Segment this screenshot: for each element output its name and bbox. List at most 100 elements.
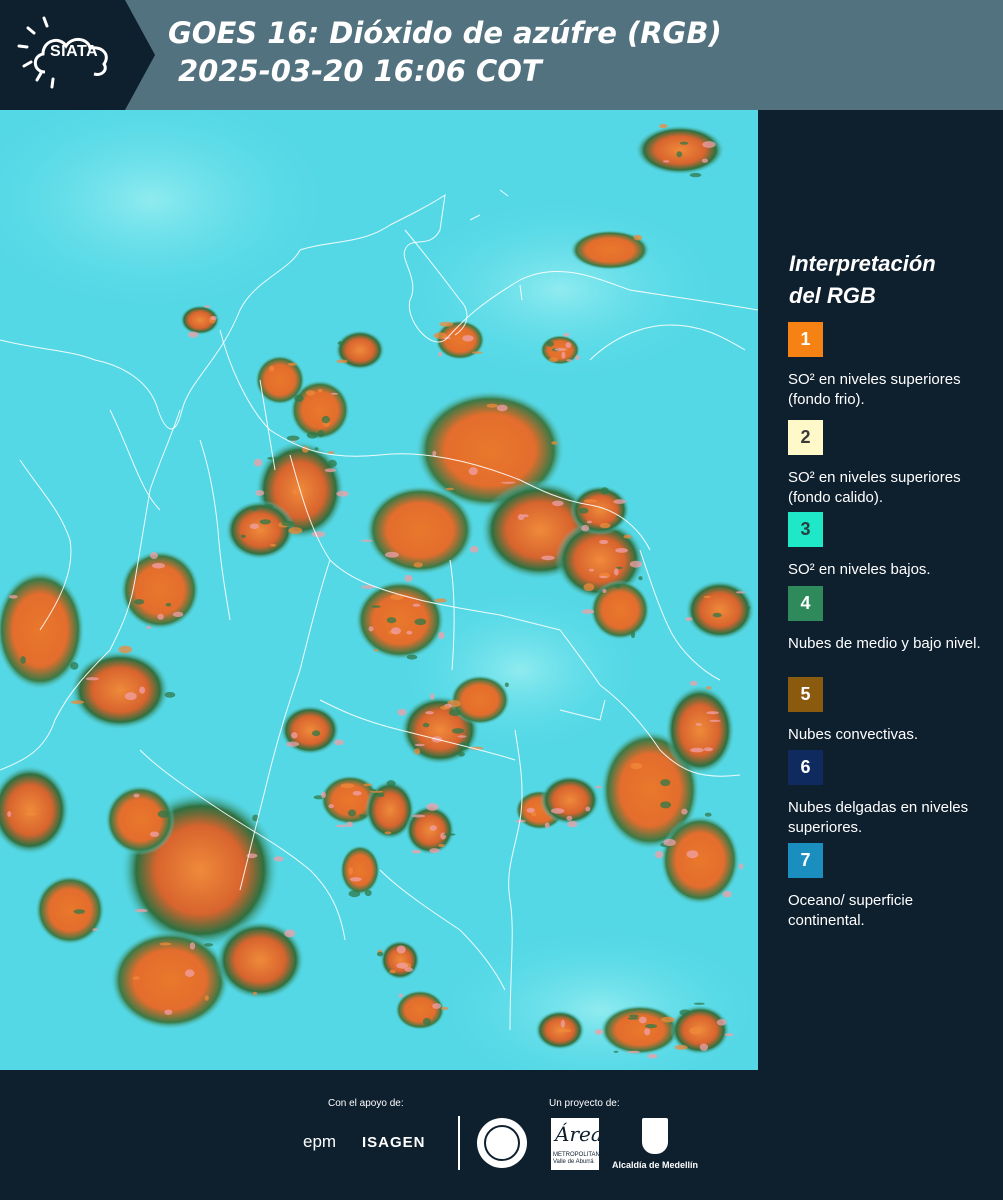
cloud-speckle — [746, 606, 751, 610]
cloud-speckle — [92, 928, 99, 931]
cloud-speckle — [458, 752, 465, 757]
legend-label: SO² en niveles bajos. — [788, 561, 931, 578]
cloud-cell — [600, 1005, 680, 1055]
cloud-speckle — [626, 1050, 641, 1054]
cloud-speckle — [615, 548, 628, 553]
cloud-speckle — [439, 321, 454, 327]
cloud-cell — [105, 785, 175, 855]
cloud-speckle — [359, 814, 367, 818]
cloud-speckle — [588, 568, 595, 572]
cloud-speckle — [251, 506, 258, 511]
legend-label: SO² en niveles superiores (fondo frio). — [788, 371, 961, 408]
cloud-speckle — [541, 555, 555, 561]
cloud-speckle — [581, 609, 595, 614]
alcaldia-label: Alcaldía de Medellín — [612, 1160, 699, 1170]
cloud-speckle — [462, 335, 474, 342]
cloud-speckle — [164, 691, 176, 698]
cloud-speckle — [412, 603, 421, 607]
legend-swatch: 4 — [788, 586, 823, 621]
header: SIATA GOES 16: Dióxido de azúfre (RGB) 2… — [0, 0, 1003, 110]
cloud-speckle — [413, 562, 423, 568]
cloud-speckle — [722, 890, 732, 898]
cloud-speckle — [468, 467, 478, 476]
cloud-speckle — [384, 831, 392, 835]
cloud-speckle — [690, 747, 704, 753]
cloud-speckle — [149, 831, 160, 837]
cloud-cell — [35, 875, 105, 945]
cloud-speckle — [629, 560, 643, 568]
cloud-speckle — [349, 877, 362, 882]
title-timestamp: 2025-03-20 16:06 COT — [178, 54, 542, 88]
cloud-speckle — [414, 618, 427, 626]
cloud-speckle — [581, 524, 590, 532]
cloud-speckle — [712, 612, 722, 618]
cloud-speckle — [414, 748, 421, 755]
cloud-speckle — [445, 487, 454, 491]
cloud-speckle — [337, 341, 343, 345]
cloud-speckle — [152, 562, 165, 569]
cloud-speckle — [204, 995, 209, 1001]
cloud-cell — [405, 805, 455, 855]
cloud-speckle — [25, 812, 37, 816]
cloud-speckle — [703, 595, 711, 599]
cloud-speckle — [438, 843, 445, 848]
cloud-speckle — [371, 605, 381, 608]
cloud-speckle — [317, 430, 325, 438]
cloud-cell — [635, 125, 725, 175]
cloud-speckle — [471, 351, 483, 354]
cloud-speckle — [526, 807, 535, 813]
legend-title-line2: del RGB — [789, 283, 876, 308]
cloud-speckle — [335, 824, 348, 828]
cloud-speckle — [288, 527, 303, 535]
cloud-speckle — [575, 355, 580, 360]
cloud-speckle — [348, 890, 361, 898]
cloud-speckle — [348, 867, 354, 875]
cloud-speckle — [674, 1044, 688, 1050]
cloud-speckle — [414, 743, 425, 747]
cloud-speckle — [614, 568, 619, 576]
cloud-speckle — [269, 365, 275, 372]
cloud-speckle — [133, 599, 145, 605]
cloud-speckle — [706, 686, 712, 690]
cloud-speckle — [85, 677, 99, 681]
cloud-speckle — [253, 458, 263, 467]
cloud-speckle — [469, 545, 479, 553]
epm-logo: epm — [303, 1132, 337, 1151]
cloud-speckle — [327, 459, 337, 468]
cloud-speckle — [352, 791, 362, 796]
cloud-speckle — [306, 432, 318, 439]
cloud-speckle — [567, 820, 578, 828]
cloud-speckle — [139, 686, 146, 694]
cloud-speckle — [693, 1002, 705, 1005]
cloud-speckle — [689, 680, 698, 686]
cloud-speckle — [391, 627, 401, 635]
cloud-speckle — [397, 708, 407, 716]
cloud-speckle — [703, 747, 714, 752]
legend-label: SO² en niveles superiores (fondo calido)… — [788, 469, 961, 506]
cloud-speckle — [429, 848, 440, 854]
cloud-speckle — [598, 575, 608, 578]
cloud-cell — [590, 580, 650, 640]
cloud-speckle — [566, 815, 573, 821]
cloud-speckle — [724, 1033, 734, 1037]
cloud-speckle — [704, 812, 712, 817]
cloud-speckle — [376, 792, 385, 798]
medellin-seal-icon — [477, 1118, 527, 1168]
cloud-speckle — [73, 909, 86, 914]
cloud-speckle — [273, 856, 284, 862]
cloud-speckle — [124, 692, 137, 701]
cloud-speckle — [292, 490, 297, 495]
cloud-speckle — [496, 404, 508, 412]
cloud-speckle — [599, 522, 611, 529]
title-product: GOES 16: Dióxido de azúfre (RGB) — [168, 16, 722, 50]
cloud-speckle — [702, 141, 716, 148]
cloud-speckle — [448, 709, 461, 717]
cloud-speckle — [70, 662, 79, 670]
cloud-speckle — [187, 331, 199, 338]
legend-swatch: 1 — [788, 322, 823, 357]
cloud-speckle — [241, 534, 246, 538]
cloud-speckle — [600, 487, 609, 495]
cloud-speckle — [438, 631, 445, 640]
cloud-speckle — [406, 654, 418, 660]
cloud-speckle — [613, 499, 626, 504]
